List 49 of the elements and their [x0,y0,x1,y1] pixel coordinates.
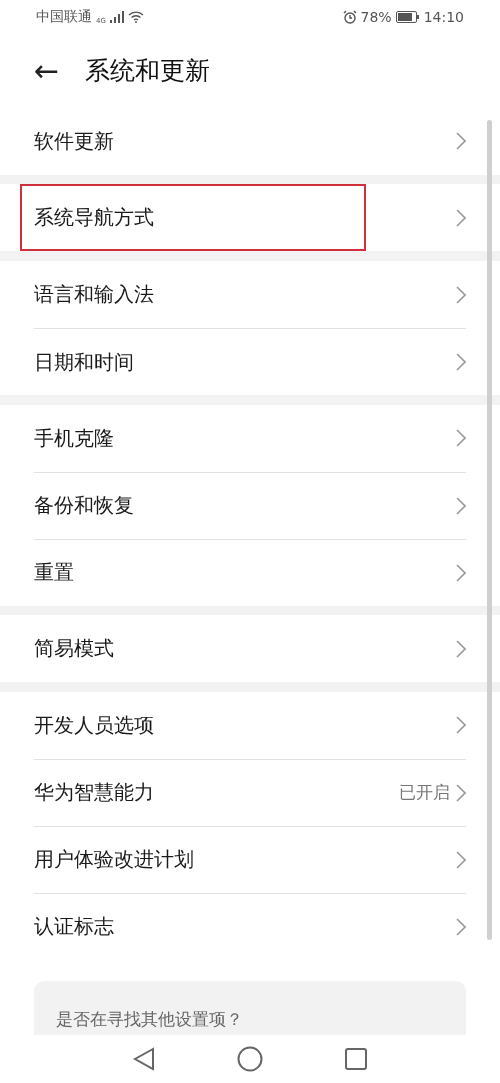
settings-row[interactable]: 系统导航方式 [34,184,466,252]
back-nav-icon[interactable] [133,1046,155,1071]
chevron-icon [456,917,466,936]
chevron-icon [456,783,466,802]
chevron-icon [456,716,466,735]
setting-label: 重置 [34,559,74,587]
setting-label: 用户体验改进计划 [34,846,194,874]
home-nav-icon[interactable] [237,1045,263,1072]
chevron-icon [456,563,466,582]
setting-label: 日期和时间 [34,348,134,376]
chevron-icon [456,353,466,371]
alarm-icon [342,9,357,24]
page-title: 系统和更新 [85,55,211,88]
settings-row[interactable]: 备份和恢复 [34,471,466,539]
chevron-icon [456,285,466,304]
settings-row[interactable]: 软件更新 [34,107,466,175]
chevron-icon [456,132,466,151]
setting-label: 认证标志 [34,913,114,941]
settings-row[interactable]: 用户体验改进计划 [34,825,466,893]
settings-row[interactable]: 认证标志 [34,892,466,960]
carrier-name: 中国联通 [36,7,92,26]
wifi-icon [127,10,144,23]
settings-row[interactable]: 简易模式 [34,615,466,683]
chevron-icon [456,429,466,448]
setting-label: 备份和恢复 [34,492,134,520]
setting-label: 开发人员选项 [34,711,154,739]
setting-label: 简易模式 [34,635,114,663]
signal-icon [109,10,124,23]
suggestion-text: 是否在寻找其他设置项？ [56,1007,243,1031]
battery-percent: 78% [360,8,392,25]
settings-row[interactable]: 语言和输入法 [34,261,466,328]
setting-label: 华为智慧能力 [34,779,154,807]
chevron-icon [456,496,466,515]
settings-row[interactable]: 华为智慧能力 已开启 [34,758,466,826]
settings-row[interactable]: 手机克隆 [34,404,466,472]
setting-value: 已开启 [399,781,450,805]
back-button[interactable]: ← [34,55,60,86]
clock-time: 14:10 [423,8,464,25]
setting-label: 手机克隆 [34,424,114,452]
setting-label: 语言和输入法 [34,281,154,308]
settings-row[interactable]: 开发人员选项 [34,691,466,759]
recents-nav-icon[interactable] [345,1047,367,1070]
settings-row[interactable]: 重置 [34,538,466,606]
chevron-icon [456,639,466,658]
setting-label: 系统导航方式 [34,204,154,232]
battery-icon [395,10,420,23]
chevron-icon [456,850,466,869]
chevron-icon [456,208,466,227]
setting-label: 软件更新 [34,127,114,155]
